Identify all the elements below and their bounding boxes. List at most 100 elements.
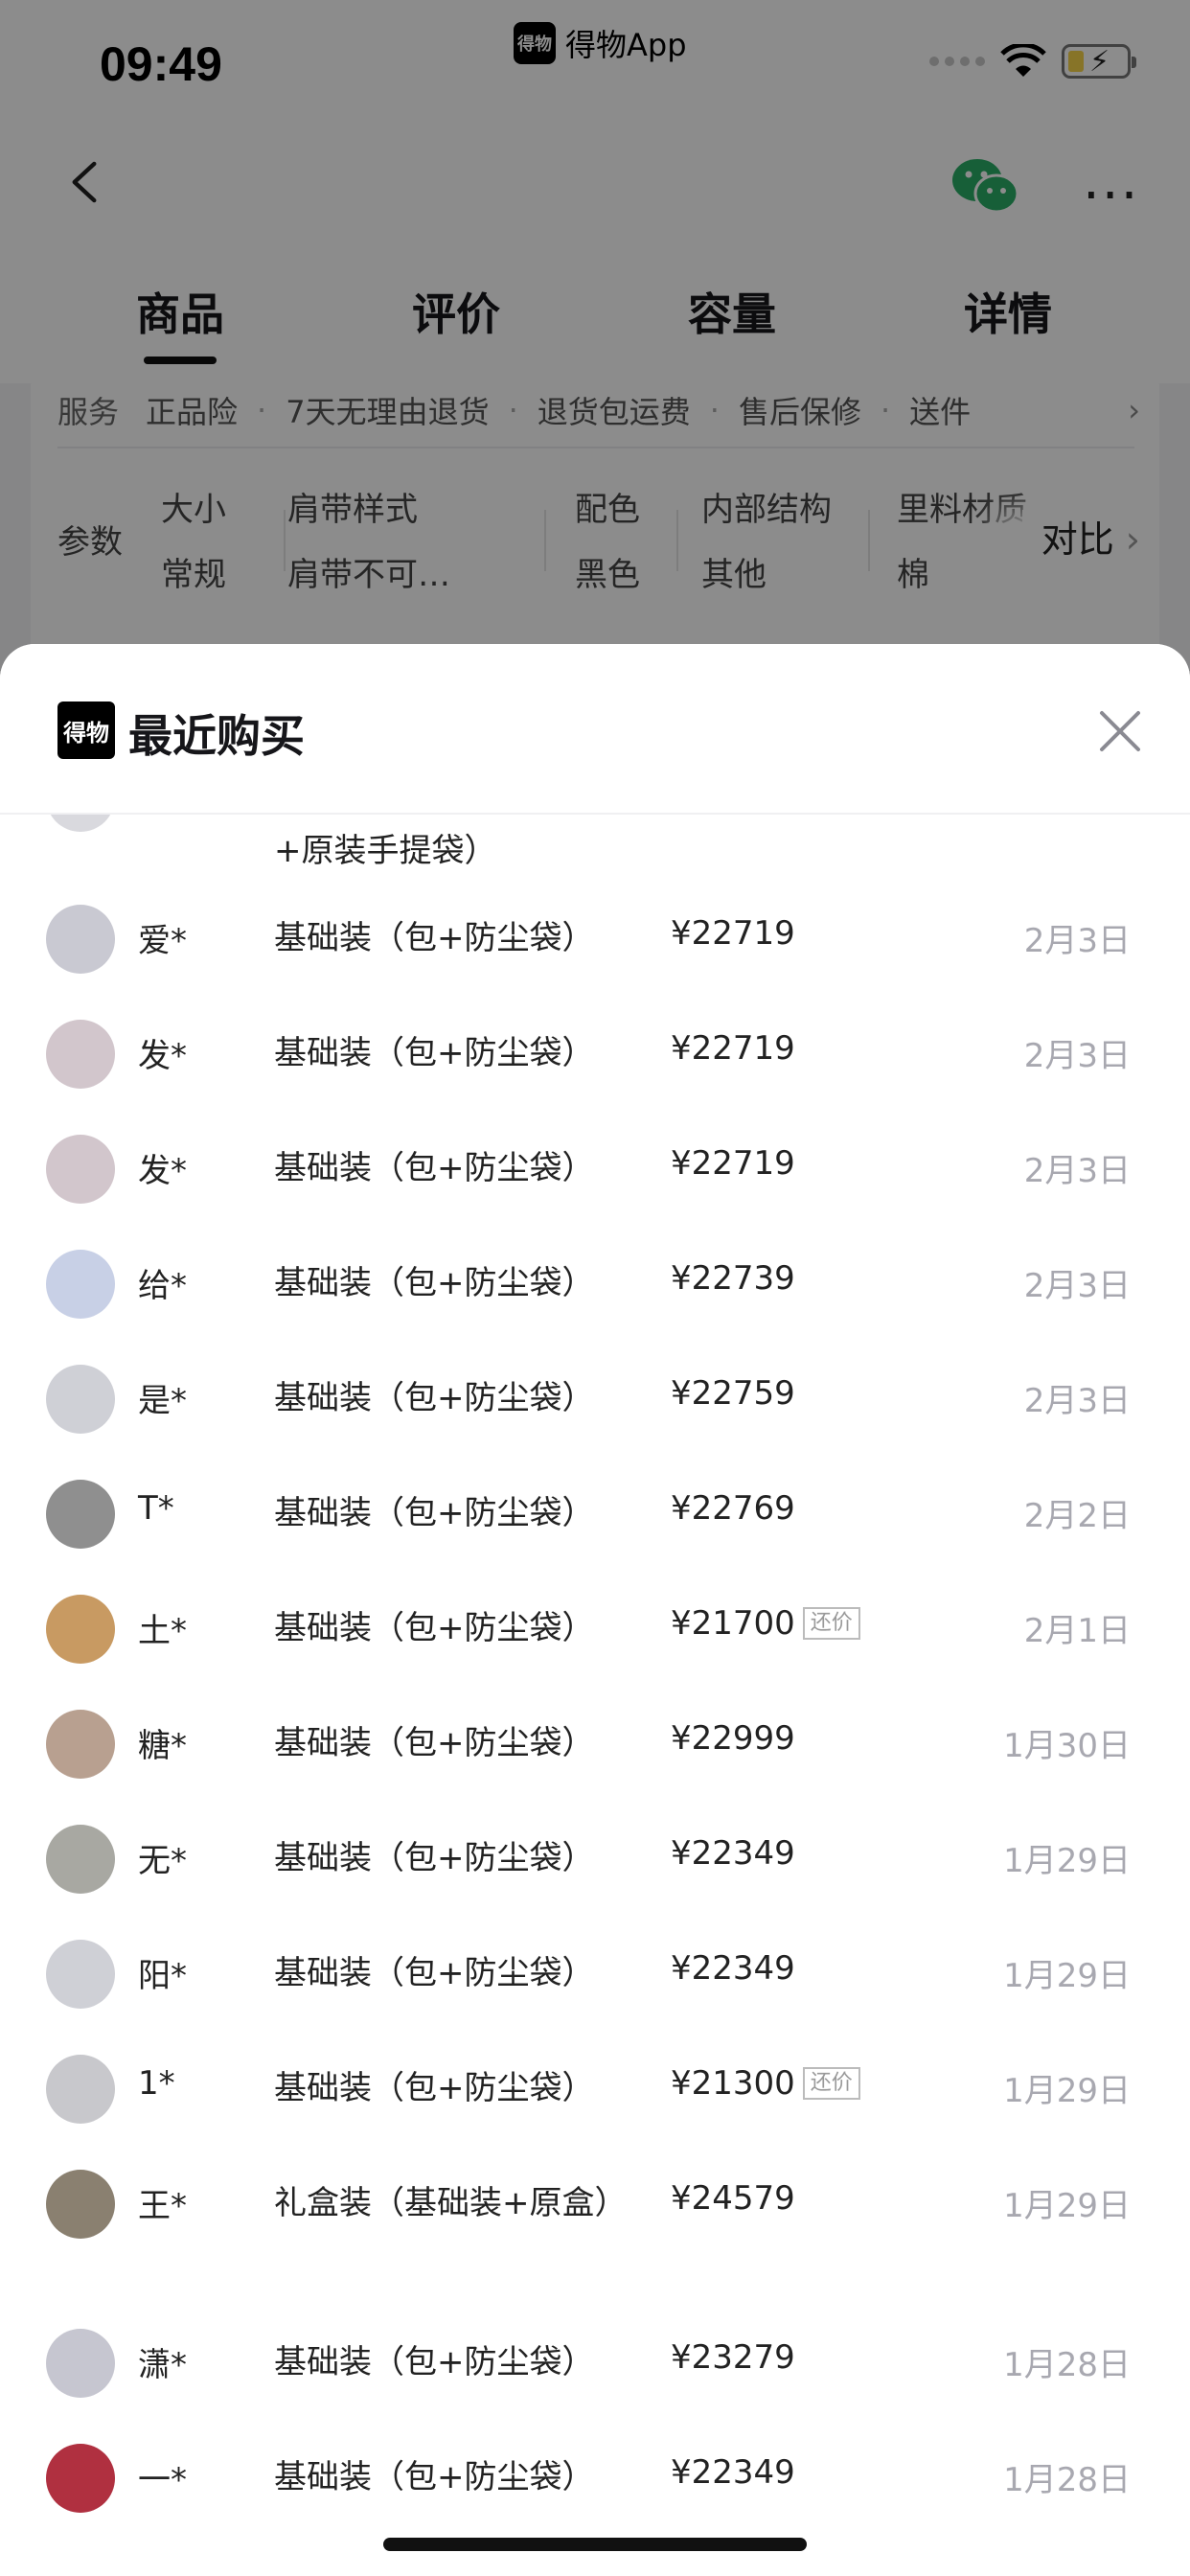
product-spec: 基础装（包+防尘袋） [274,1609,595,1647]
list-item[interactable]: 是* 基础装（包+防尘袋） ¥22759 2月3日 [0,1353,1190,1468]
avatar [46,1020,115,1089]
avatar [46,905,115,974]
product-spec: 基础装（包+防尘袋） [274,1494,595,1532]
price-value: ¥22769 [671,1489,795,1528]
price-value: ¥22739 [671,1259,795,1298]
buyer-name: 发* [138,1152,187,1190]
avatar [46,1480,115,1549]
purchase-date: 2月3日 [1023,922,1131,960]
product-spec: 基础装（包+防尘袋） [274,2458,595,2496]
price: ¥22769 [671,1489,795,1528]
buyer-name: 一* [138,2461,187,2499]
price: ¥21700 还价 [671,1604,860,1643]
product-spec: 基础装（包+防尘袋） [274,919,595,957]
buyer-name: 是* [138,1382,187,1420]
sheet-header: 得物 最近购买 [0,644,1190,815]
buyer-name: 给* [138,1267,187,1305]
buyer-name: 王* [138,2187,187,2225]
price-value: ¥22719 [671,914,795,953]
price-value: ¥22349 [671,2453,795,2492]
bargain-badge: 还价 [802,1607,860,1640]
buyer-name: 1* [138,2064,175,2103]
product-spec: 礼盒装（基础装+原盒） [274,2184,628,2222]
list-item[interactable]: 一* 基础装（包+防尘袋） ¥22349 1月28日 [0,2432,1190,2547]
price-value: ¥22759 [671,1374,795,1413]
avatar [46,1940,115,2009]
buyer-name: 阳* [138,1957,187,1995]
list-item[interactable]: T* 基础装（包+防尘袋） ¥22769 2月2日 [0,1468,1190,1583]
avatar [46,1365,115,1434]
product-spec: 基础装（包+防尘袋） [274,2069,595,2107]
purchase-date: 1月29日 [1003,2072,1131,2110]
price: ¥22349 [671,1834,795,1873]
purchase-date: 2月3日 [1023,1037,1131,1075]
list-item[interactable]: 潇* 基础装（包+防尘袋） ¥23279 1月28日 [0,2317,1190,2432]
product-spec: 基础装（包+防尘袋） [274,1839,595,1877]
price: ¥23279 [671,2338,795,2377]
list-item[interactable]: 糖* 基础装（包+防尘袋） ¥22999 1月30日 [0,1698,1190,1813]
avatar [46,2444,115,2513]
price-value: ¥24579 [671,2179,795,2218]
purchase-date: 2月3日 [1023,1152,1131,1190]
list-item[interactable]: 阳* 基础装（包+防尘袋） ¥22349 1月29日 [0,1928,1190,2043]
bargain-badge: 还价 [802,2067,860,2100]
avatar [46,1710,115,1779]
price-value: ¥23279 [671,2338,795,2377]
product-spec: 基础装（包+防尘袋） [274,1264,595,1302]
price-value: ¥22349 [671,1834,795,1873]
price: ¥22719 [671,1029,795,1068]
purchase-date: 1月28日 [1003,2461,1131,2499]
price: ¥22719 [671,1144,795,1183]
avatar [46,2170,115,2239]
purchase-list[interactable]: +原装手提袋） 爱* 基础装（包+防尘袋） ¥22719 2月3日 发* 基础装（包+防尘… [0,763,1190,2576]
list-item-partial-spec: +原装手提袋） [274,832,497,870]
price-value: ¥22719 [671,1029,795,1068]
product-spec: 基础装（包+防尘袋） [274,1034,595,1072]
home-indicator [383,2538,807,2551]
list-item[interactable]: 王* 礼盒装（基础装+原盒） ¥24579 1月29日 [0,2158,1190,2273]
product-spec: 基础装（包+防尘袋） [274,1149,595,1187]
avatar [46,2329,115,2398]
close-icon[interactable] [1098,709,1142,753]
list-item[interactable]: 土* 基础装（包+防尘袋） ¥21700 还价 2月1日 [0,1583,1190,1698]
purchase-date: 1月29日 [1003,1957,1131,1995]
buyer-name: T* [138,1489,174,1528]
list-item[interactable]: 无* 基础装（包+防尘袋） ¥22349 1月29日 [0,1813,1190,1928]
list-item[interactable]: 发* 基础装（包+防尘袋） ¥22719 2月3日 [0,1008,1190,1123]
list-item[interactable]: 1* 基础装（包+防尘袋） ¥21300 还价 1月29日 [0,2043,1190,2158]
price: ¥24579 [671,2179,795,2218]
price-value: ¥21300 [671,2064,795,2103]
purchase-date: 2月1日 [1023,1612,1131,1650]
avatar [46,1595,115,1664]
avatar [46,1250,115,1319]
recent-purchases-sheet: 得物 最近购买 +原装手提袋） 爱* 基础装（包+防尘袋） ¥22719 2月3日 发*… [0,644,1190,2576]
price: ¥22349 [671,2453,795,2492]
price: ¥22999 [671,1719,795,1758]
purchase-date: 2月3日 [1023,1382,1131,1420]
price: ¥22739 [671,1259,795,1298]
product-spec: 基础装（包+防尘袋） [274,1724,595,1762]
list-item[interactable]: 给* 基础装（包+防尘袋） ¥22739 2月3日 [0,1238,1190,1353]
purchase-date: 1月29日 [1003,1842,1131,1880]
price-value: ¥22719 [671,1144,795,1183]
price-value: ¥22999 [671,1719,795,1758]
buyer-name: 土* [138,1612,187,1650]
purchase-date: 2月2日 [1023,1497,1131,1535]
buyer-name: 无* [138,1842,187,1880]
purchase-date: 1月28日 [1003,2346,1131,2384]
purchase-date: 1月30日 [1003,1727,1131,1765]
price: ¥21300 还价 [671,2064,860,2103]
sheet-title: 最近购买 [128,710,305,762]
list-item[interactable]: 爱* 基础装（包+防尘袋） ¥22719 2月3日 [0,893,1190,1008]
list-item[interactable]: 发* 基础装（包+防尘袋） ¥22719 2月3日 [0,1123,1190,1238]
buyer-name: 爱* [138,922,187,960]
purchase-date: 1月29日 [1003,2187,1131,2225]
price: ¥22759 [671,1374,795,1413]
price-value: ¥21700 [671,1604,795,1643]
avatar [46,1825,115,1894]
buyer-name: 糖* [138,1727,187,1765]
price-value: ¥22349 [671,1949,795,1988]
product-spec: 基础装（包+防尘袋） [274,1379,595,1417]
price: ¥22349 [671,1949,795,1988]
app-logo-icon: 得物 [57,702,115,759]
